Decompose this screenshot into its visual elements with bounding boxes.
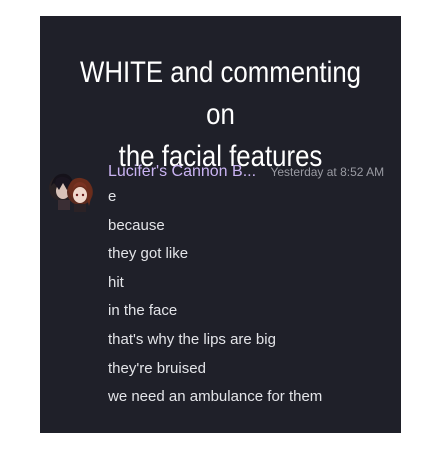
username[interactable]: Lucifer's Cannon B...	[108, 160, 256, 184]
message-line: we need an ambulance for them	[108, 388, 323, 406]
message-header: Lucifer's Cannon B... Yesterday at 8:52 …	[108, 160, 400, 184]
message-line: e	[108, 188, 117, 205]
caption-line-1: WHITE and commenting on	[79, 56, 362, 131]
message-lines: e because they got like hit in the face …	[108, 183, 398, 412]
message-line: that's why the lips are big	[108, 330, 276, 348]
message-line: they're bruised	[108, 359, 206, 377]
message-line: because	[108, 216, 165, 234]
message-line: in the face	[108, 302, 178, 320]
message-line: hit	[108, 273, 124, 291]
two-anime-characters-avatar-icon	[49, 173, 93, 212]
user-avatar[interactable]	[46, 168, 96, 212]
message-timestamp: Yesterday at 8:52 AM	[270, 165, 385, 179]
meme-card: WHITE and commenting on the facial featu…	[40, 16, 401, 433]
chat-message: Lucifer's Cannon B... Yesterday at 8:52 …	[40, 156, 401, 416]
message-line: they got like	[108, 245, 189, 263]
